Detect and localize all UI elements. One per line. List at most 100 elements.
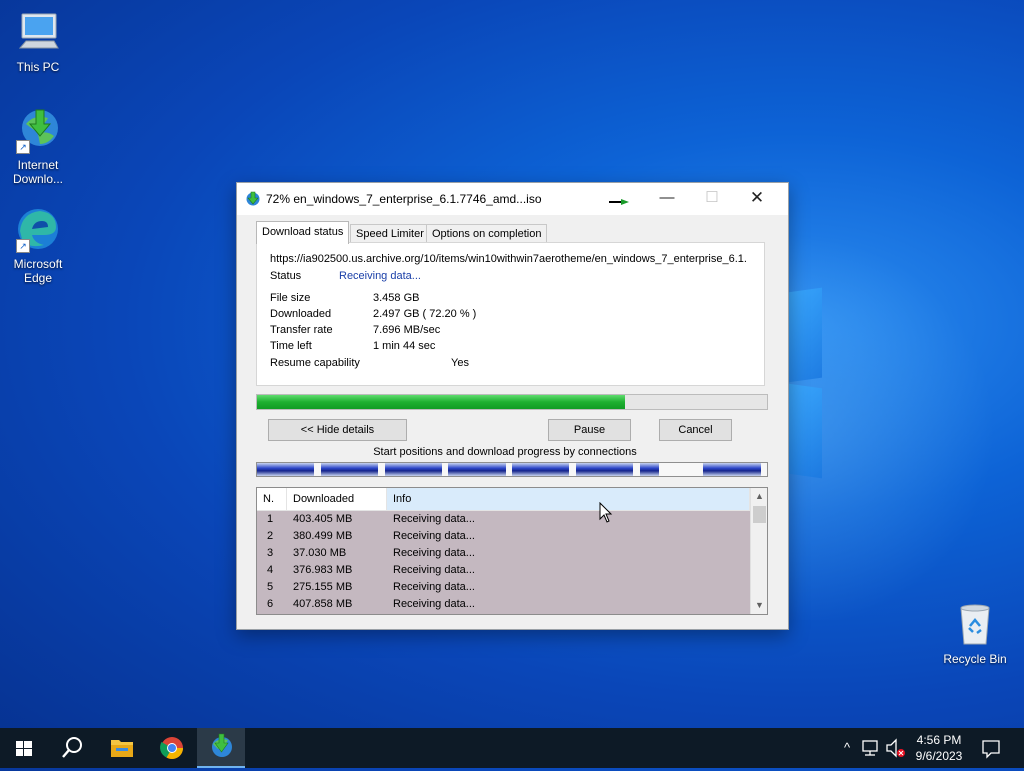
dialog-title: 72% en_windows_7_enterprise_6.1.7746_amd… <box>266 192 542 206</box>
idm-icon <box>212 733 232 757</box>
this-pc-icon <box>14 8 62 56</box>
clock-date: 9/6/2023 <box>915 749 963 763</box>
connection-segment-progress <box>575 463 634 476</box>
resume-capability-label: Resume capability <box>270 357 360 369</box>
desktop-icon-this-pc[interactable]: This PC <box>3 8 73 74</box>
connection-segment <box>512 463 576 476</box>
cell-downloaded: 376.983 MB <box>293 564 353 576</box>
scroll-up-icon[interactable]: ▲ <box>751 488 767 505</box>
connection-segment-progress <box>384 463 442 476</box>
cell-info: Receiving data... <box>393 547 475 559</box>
connection-segment-progress <box>448 463 506 476</box>
connection-segment-remaining <box>658 463 704 476</box>
table-row[interactable]: 1 403.405 MB Receiving data... <box>257 511 750 528</box>
connection-segment <box>257 463 321 476</box>
cell-info: Receiving data... <box>393 581 475 593</box>
scroll-down-icon[interactable]: ▼ <box>751 597 767 614</box>
download-url: https://ia902500.us.archive.org/10/items… <box>270 253 747 265</box>
close-button[interactable]: ✕ <box>734 183 780 213</box>
transfer-rate-value: 7.696 MB/sec <box>373 324 441 336</box>
chrome-button[interactable] <box>148 728 196 768</box>
cell-downloaded: 275.155 MB <box>293 581 353 593</box>
tab-speed-limiter[interactable]: Speed Limiter <box>350 224 430 243</box>
status-value: Receiving data... <box>339 270 421 282</box>
title-bar[interactable]: 72% en_windows_7_enterprise_6.1.7746_amd… <box>237 183 788 215</box>
table-header: N. Downloaded Info <box>257 488 750 511</box>
file-size-value: 3.458 GB <box>373 292 420 304</box>
connections-table: N. Downloaded Info 1 403.405 MB Receiving … <box>256 487 768 615</box>
recycle-bin-icon <box>951 600 999 648</box>
idm-taskbar-button[interactable] <box>197 728 245 768</box>
downloaded-value: 2.497 GB ( 72.20 % ) <box>373 308 477 320</box>
table-row[interactable]: 2 380.499 MB Receiving data... <box>257 528 750 545</box>
cell-info: Receiving data... <box>393 530 475 542</box>
start-button[interactable] <box>0 728 48 768</box>
desktop-icon-idm[interactable]: ↗ Internet Downlo... <box>3 106 73 186</box>
cell-number: 4 <box>267 564 274 576</box>
desktop-icon-label: This PC <box>16 60 60 74</box>
search-icon <box>62 737 82 758</box>
notifications-icon[interactable] <box>980 728 1002 768</box>
table-scrollbar[interactable]: ▲ ▼ <box>750 488 767 614</box>
download-progress-fill <box>257 395 626 409</box>
download-dialog: 72% en_windows_7_enterprise_6.1.7746_amd… <box>236 182 789 630</box>
desktop-icon-label: Recycle Bin <box>943 652 1007 666</box>
network-icon[interactable] <box>860 728 882 768</box>
cell-downloaded: 407.858 MB <box>293 598 353 610</box>
speed-indicator-icon <box>609 196 629 205</box>
table-body: 1 403.405 MB Receiving data... 2 380.499 MB R… <box>257 511 750 614</box>
file-explorer-icon <box>111 740 133 757</box>
cell-info: Receiving data... <box>393 564 475 576</box>
maximize-button[interactable]: ☐ <box>689 183 735 213</box>
minimize-button[interactable]: — <box>644 183 690 213</box>
connection-segment-progress <box>512 463 570 476</box>
pause-button[interactable]: Pause <box>548 419 631 441</box>
connection-segment <box>384 463 449 476</box>
cell-number: 3 <box>267 547 274 559</box>
cell-number: 2 <box>267 530 274 542</box>
connections-progress-bar <box>256 462 768 477</box>
edge-icon: ↗ <box>14 205 62 253</box>
file-explorer-button[interactable] <box>98 728 146 768</box>
table-row[interactable]: 3 37.030 MB Receiving data... <box>257 545 750 562</box>
download-status-panel: https://ia902500.us.archive.org/10/items… <box>256 242 765 386</box>
tab-options-on-completion[interactable]: Options on completion <box>426 224 548 243</box>
connection-segment-progress <box>639 463 659 476</box>
column-header-number[interactable]: N. <box>257 488 287 510</box>
downloaded-label: Downloaded <box>270 308 332 320</box>
connection-segment <box>448 463 512 476</box>
time-left-label: Time left <box>270 340 312 352</box>
transfer-rate-label: Transfer rate <box>270 324 333 336</box>
connection-segment-progress <box>703 463 761 476</box>
idm-icon <box>245 191 261 207</box>
download-progress-bar <box>256 394 768 410</box>
taskbar: ^ 4:56 PM 9/6/2023 <box>0 728 1024 768</box>
hide-details-button[interactable]: << Hide details <box>268 419 407 441</box>
connection-segment-remaining <box>760 463 767 476</box>
desktop-icon-label: Microsoft Edge <box>13 257 63 285</box>
table-row[interactable]: 4 376.983 MB Receiving data... <box>257 562 750 579</box>
column-header-info[interactable]: Info <box>387 488 750 510</box>
table-row[interactable]: 6 407.858 MB Receiving data... <box>257 596 750 613</box>
cell-number: 5 <box>267 581 274 593</box>
cell-number: 1 <box>267 513 274 525</box>
cell-info: Receiving data... <box>393 598 475 610</box>
search-button[interactable] <box>48 728 96 768</box>
clock-time: 4:56 PM <box>916 733 962 747</box>
cell-number: 6 <box>267 598 274 610</box>
cell-downloaded: 403.405 MB <box>293 513 353 525</box>
shortcut-arrow-icon: ↗ <box>16 140 30 154</box>
system-clock[interactable]: 4:56 PM 9/6/2023 <box>898 732 980 764</box>
column-header-downloaded[interactable]: Downloaded <box>287 488 387 510</box>
file-size-label: File size <box>270 292 311 304</box>
scroll-thumb[interactable] <box>753 506 766 523</box>
show-hidden-icons-button[interactable]: ^ <box>838 728 856 768</box>
tab-download-status[interactable]: Download status <box>256 221 350 244</box>
mouse-cursor-icon <box>599 501 613 524</box>
desktop-icon-edge[interactable]: ↗ Microsoft Edge <box>3 205 73 285</box>
desktop-icon-label: Internet Downlo... <box>12 158 64 186</box>
cancel-button[interactable]: Cancel <box>659 419 732 441</box>
table-row[interactable]: 5 275.155 MB Receiving data... <box>257 579 750 596</box>
desktop-icon-recycle-bin[interactable]: Recycle Bin <box>940 600 1010 666</box>
start-icon <box>16 741 32 756</box>
